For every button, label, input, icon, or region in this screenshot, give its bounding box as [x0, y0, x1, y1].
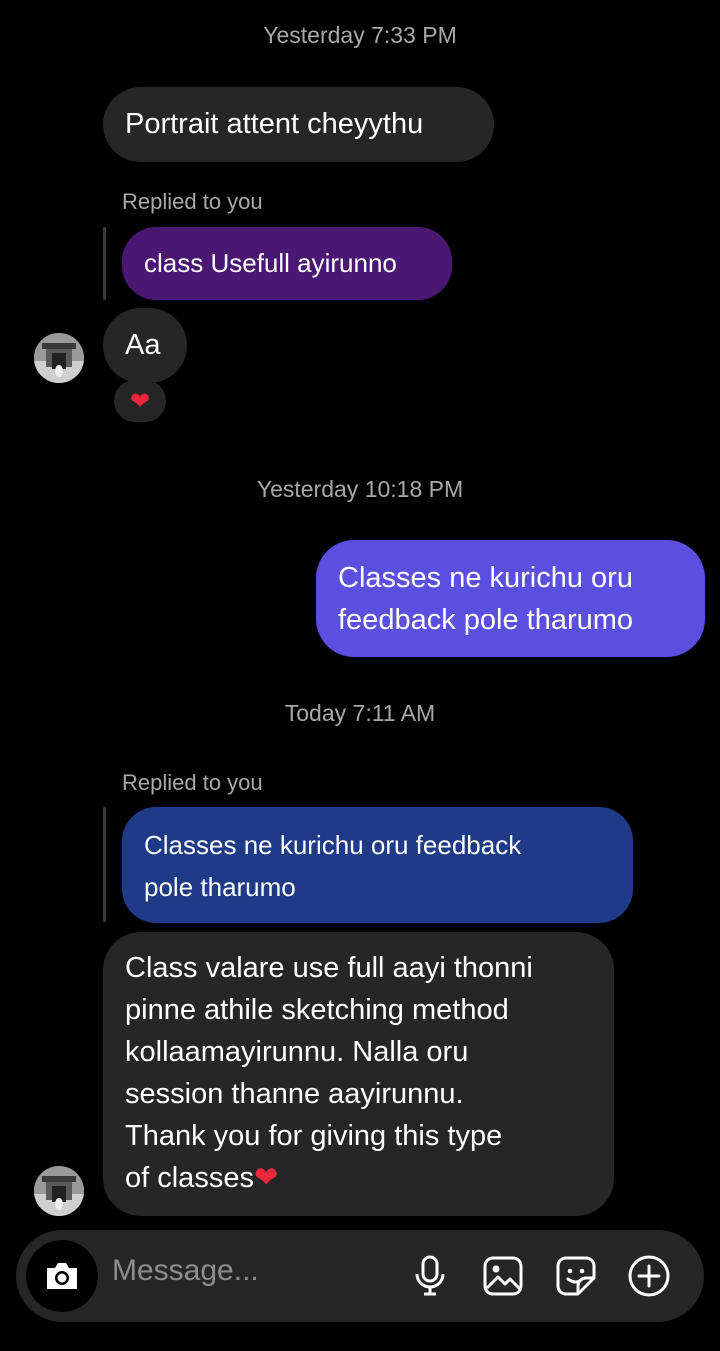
gallery-button[interactable]	[480, 1253, 526, 1299]
quote-line: pole tharumo	[144, 872, 296, 902]
reply-label: Replied to you	[122, 189, 263, 214]
message-line: session thanne aayirunnu.	[125, 1078, 464, 1110]
gallery-icon	[483, 1256, 523, 1296]
heart-icon: ❤	[129, 387, 151, 415]
message-text: of classes	[125, 1162, 254, 1194]
reply-label: Replied to you	[122, 770, 263, 795]
more-button[interactable]	[626, 1253, 672, 1299]
message-line: kollaamayirunnu. Nalla oru	[125, 1036, 469, 1068]
microphone-button[interactable]	[407, 1253, 453, 1299]
message-line: Classes ne kurichu oru	[338, 562, 633, 594]
timestamp: Yesterday 10:18 PM	[256, 476, 464, 502]
incoming-message[interactable]: Portrait attent cheyythu	[103, 87, 494, 162]
timestamp: Today 7:11 AM	[284, 700, 436, 726]
message-input[interactable]: Message...	[112, 1254, 259, 1288]
quoted-message[interactable]: class Usefull ayirunno	[122, 227, 452, 300]
quote-line: Classes ne kurichu oru feedback	[144, 830, 522, 860]
message-line: pinne athile sketching method	[125, 994, 509, 1026]
timestamp: Yesterday 7:33 PM	[263, 22, 457, 48]
avatar[interactable]	[34, 333, 84, 383]
message-line: feedback pole tharumo	[338, 604, 634, 636]
microphone-icon	[415, 1255, 445, 1296]
reply-indicator-bar	[103, 807, 106, 922]
sticker-button[interactable]	[553, 1253, 599, 1299]
message-line: Class valare use full aayi thonni	[125, 952, 533, 984]
plus-circle-icon	[628, 1255, 670, 1297]
quoted-message[interactable]: Classes ne kurichu oru feedback pole tha…	[122, 807, 633, 923]
heart-icon: ❤	[253, 1162, 279, 1194]
message-line: of classes❤	[125, 1157, 614, 1199]
camera-icon	[47, 1263, 77, 1289]
avatar[interactable]	[34, 1166, 84, 1216]
heart-reaction[interactable]: ❤	[114, 380, 166, 422]
message-line: Thank you for giving this type	[125, 1120, 503, 1152]
avatar-image	[34, 333, 84, 383]
camera-button[interactable]	[26, 1240, 98, 1312]
message-composer: Message...	[16, 1230, 704, 1322]
incoming-message[interactable]: Aa	[103, 308, 187, 383]
avatar-image	[34, 1166, 84, 1216]
incoming-message[interactable]: Class valare use full aayi thonni pinne …	[103, 932, 614, 1216]
sticker-icon	[556, 1256, 596, 1296]
reply-indicator-bar	[103, 227, 106, 300]
outgoing-message[interactable]: Classes ne kurichu oru feedback pole tha…	[316, 540, 705, 657]
